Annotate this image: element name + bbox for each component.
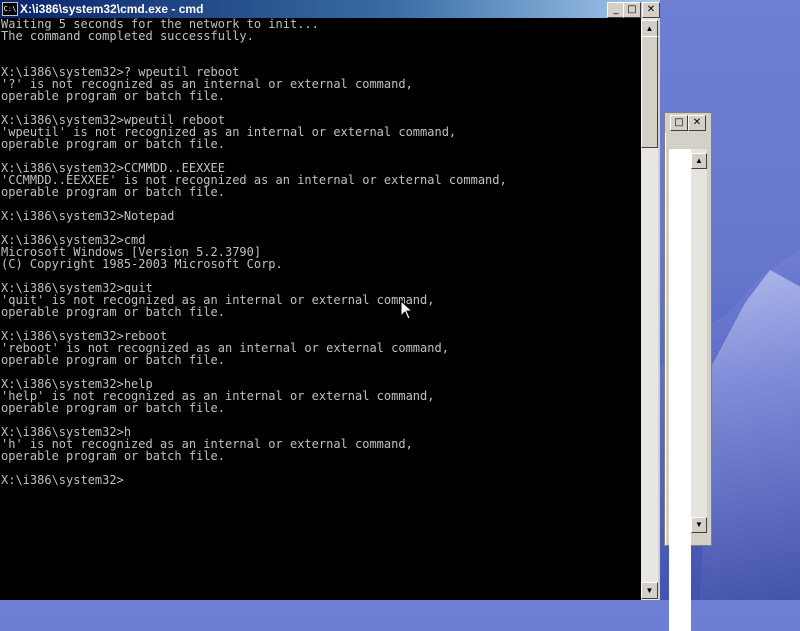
console-area[interactable]: Waiting 5 seconds for the network to ini… — [0, 18, 641, 600]
close-button[interactable]: ✕ — [642, 2, 660, 18]
desktop-mountain-highlight — [700, 270, 800, 600]
maximize-button[interactable]: □ — [623, 2, 641, 18]
background-window-text-area[interactable] — [669, 149, 691, 631]
background-window-scrollbar[interactable]: ▲ — [691, 149, 707, 531]
maximize-button[interactable]: □ — [670, 115, 688, 131]
background-window[interactable]: □ ✕ ▲ ▼ — [664, 112, 712, 631]
cmd-app-icon[interactable]: C:\ — [2, 2, 18, 16]
background-window-titlebar[interactable]: □ ✕ — [665, 113, 711, 133]
cmd-window[interactable]: C:\ X:\i386\system32\cmd.exe - cmd _ □ ✕… — [0, 0, 660, 600]
window-title: X:\i386\system32\cmd.exe - cmd — [20, 2, 204, 16]
cmd-titlebar[interactable]: C:\ X:\i386\system32\cmd.exe - cmd _ □ ✕ — [0, 0, 660, 18]
close-button[interactable]: ✕ — [688, 115, 706, 131]
scroll-down-arrow-icon[interactable]: ▼ — [691, 517, 707, 533]
scrollbar-thumb[interactable] — [641, 36, 658, 148]
scroll-up-arrow-icon[interactable]: ▲ — [691, 153, 707, 169]
console-output: Waiting 5 seconds for the network to ini… — [1, 18, 507, 487]
scroll-up-arrow-icon[interactable]: ▲ — [641, 20, 658, 37]
scroll-down-arrow-icon[interactable]: ▼ — [641, 582, 658, 599]
mouse-pointer-icon — [400, 300, 414, 320]
